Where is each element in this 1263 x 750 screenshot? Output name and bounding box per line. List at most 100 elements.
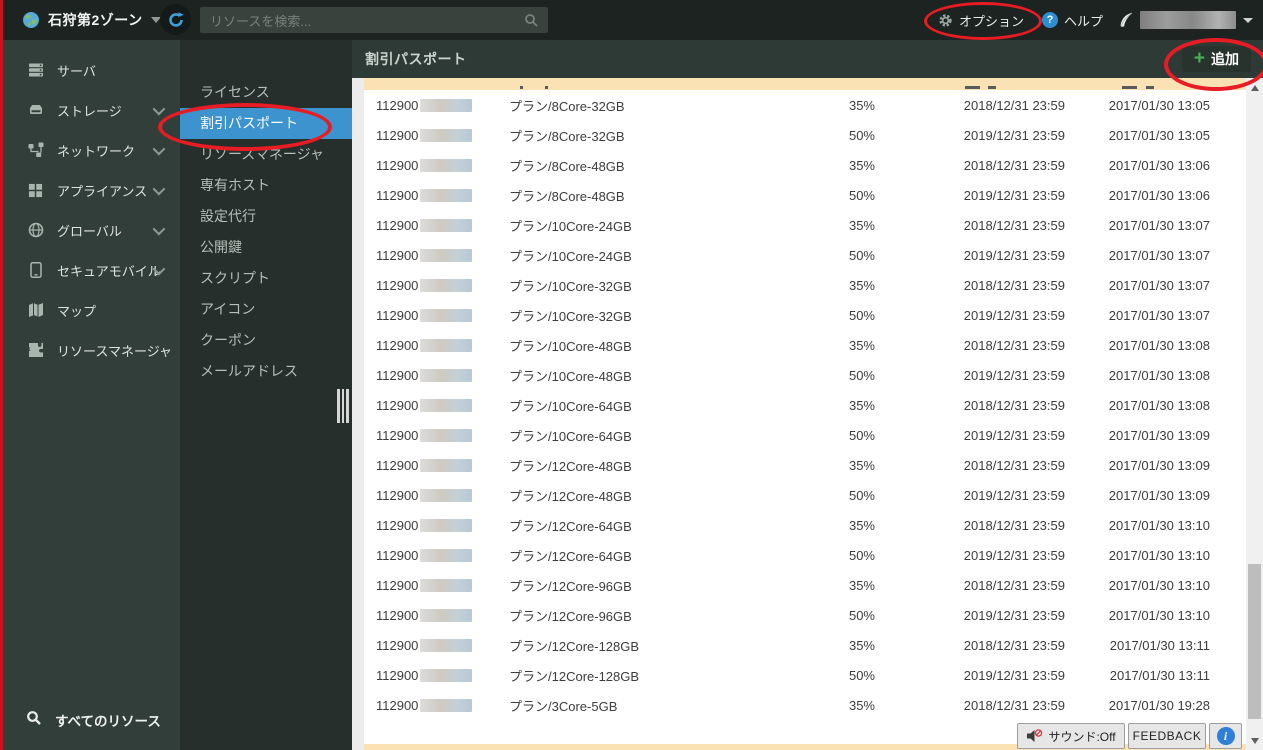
table-row[interactable]: 112900 プラン/8Core-48GB 35% 2018/12/31 23:59 2…	[364, 150, 1246, 180]
help-button[interactable]: ? ヘルプ	[1041, 11, 1103, 30]
cell-plan: プラン/10Core-32GB	[509, 308, 632, 324]
cell-passport-id: 112900	[376, 158, 509, 173]
redacted-id-blur	[420, 308, 473, 322]
sidebar-item-all-resources[interactable]: すべてのリソース	[0, 700, 180, 740]
feedback-button[interactable]: FEEDBACK	[1128, 723, 1206, 749]
mobile-icon	[27, 262, 44, 278]
table-row[interactable]: 112900 プラン/10Core-64GB 50% 2019/12/31 23:59…	[364, 420, 1246, 450]
cell-discount: 35%	[848, 517, 875, 533]
sidebar-item-label: グローバル	[57, 223, 122, 239]
table-row[interactable]: 112900 プラン/12Core-48GB 35% 2018/12/31 23:59…	[364, 450, 1246, 480]
sidebar-item-map[interactable]: マップ	[0, 290, 180, 330]
subsidebar-item-config-proxy[interactable]: 設定代行	[180, 201, 352, 232]
sidebar-item-appliance[interactable]: アプライアンス	[0, 170, 180, 210]
feather-icon	[1119, 12, 1133, 28]
scroll-up-button[interactable]	[1246, 80, 1263, 95]
table-row[interactable]: 112900 プラン/12Core-48GB 50% 2019/12/31 23:59…	[364, 480, 1246, 510]
subsidebar-item-license[interactable]: ライセンス	[180, 77, 352, 108]
redacted-id-blur	[420, 488, 473, 502]
cell-created: 2017/01/30 13:10	[1108, 577, 1210, 593]
cell-plan: プラン/10Core-32GB	[509, 278, 632, 294]
subsidebar-item-coupon[interactable]: クーポン	[180, 325, 352, 356]
cloud-console-window: 石狩第2ゾーン リソースを検索... オプション ? ヘルプ サーバ ストレージ…	[0, 0, 1263, 750]
sidebar-item-label: ネットワーク	[57, 143, 136, 159]
puzzle-icon	[27, 342, 44, 358]
globe-logo-icon	[22, 11, 40, 29]
scrollbar-thumb[interactable]	[1248, 564, 1261, 719]
subsidebar-item-resource-manager[interactable]: リソースマネージャ	[180, 139, 352, 170]
info-button[interactable]: i	[1209, 723, 1242, 749]
table-row[interactable]: 112900 プラン/8Core-32GB 50% 2019/12/31 23:59 2…	[364, 120, 1246, 150]
sidebar-item-label: マップ	[57, 303, 97, 319]
sidebar-item-server[interactable]: サーバ	[0, 50, 180, 90]
cell-expires: 2018/12/31 23:59	[963, 217, 1065, 233]
server-icon	[27, 62, 44, 78]
options-button[interactable]: オプション	[938, 11, 1024, 30]
table-row[interactable]: 112900 プラン/12Core-96GB 50% 2019/12/31 23:59…	[364, 600, 1246, 630]
search-icon	[26, 710, 42, 731]
sidebar-item-secure-mobile[interactable]: セキュアモバイル	[0, 250, 180, 290]
cell-passport-id: 112900	[376, 518, 509, 533]
table-row[interactable]: 112900 プラン/8Core-48GB 50% 2019/12/31 23:59 2…	[364, 180, 1246, 210]
sidebar-item-network[interactable]: ネットワーク	[0, 130, 180, 170]
cell-expires: 2018/12/31 23:59	[963, 697, 1065, 713]
table-row[interactable]: 112900 プラン/12Core-96GB 35% 2018/12/31 23:59…	[364, 570, 1246, 600]
table-row[interactable]: 112900 プラン/3Core-5GB 35% 2018/12/31 23:59 20…	[364, 690, 1246, 720]
cell-created: 2017/01/30 13:07	[1108, 277, 1210, 293]
add-button[interactable]: + 追加	[1181, 46, 1251, 72]
panel-resize-handle[interactable]	[337, 389, 349, 423]
cell-created: 2017/01/30 13:09	[1108, 487, 1210, 503]
cell-plan: プラン/8Core-48GB	[509, 158, 625, 174]
subsidebar-item-mail-address[interactable]: メールアドレス	[180, 356, 352, 387]
cell-expires: 2019/12/31 23:59	[963, 487, 1065, 503]
cell-created: 2017/01/30 13:09	[1108, 427, 1210, 443]
table-row[interactable]: 112900 プラン/10Core-24GB 35% 2018/12/31 23:59…	[364, 210, 1246, 240]
table-row[interactable]: 112900 プラン/12Core-64GB 50% 2019/12/31 23:59…	[364, 540, 1246, 570]
cell-discount: 50%	[848, 367, 875, 383]
cell-expires: 2019/12/31 23:59	[963, 667, 1065, 683]
chevron-down-icon	[1243, 17, 1253, 23]
cell-passport-id: 112900	[376, 638, 509, 653]
sidebar-item-label: アプライアンス	[57, 183, 148, 199]
cell-plan: プラン/8Core-48GB	[509, 188, 625, 204]
account-name-redacted	[1140, 11, 1236, 29]
sidebar-item-global[interactable]: グローバル	[0, 210, 180, 250]
table-row[interactable]: 112900 プラン/12Core-128GB 35% 2018/12/31 23:5…	[364, 630, 1246, 660]
redacted-id-blur	[420, 638, 473, 652]
sidebar-item-storage[interactable]: ストレージ	[0, 90, 180, 130]
account-menu[interactable]	[1119, 11, 1253, 29]
subsidebar-item-public-key[interactable]: 公開鍵	[180, 232, 352, 263]
table-row[interactable]: 112900 プラン/10Core-48GB 35% 2018/12/31 23:59…	[364, 330, 1246, 360]
table-row[interactable]: 112900 プラン/10Core-24GB 50% 2019/12/31 23:59…	[364, 240, 1246, 270]
zone-selector[interactable]: 石狩第2ゾーン	[22, 0, 161, 40]
subsidebar-item-dedicated-host[interactable]: 専有ホスト	[180, 170, 352, 201]
table-row[interactable]: 112900 プラン/10Core-64GB 35% 2018/12/31 23:59…	[364, 390, 1246, 420]
sound-toggle-button[interactable]: サウンド:Off	[1017, 723, 1125, 749]
cell-created: 2017/01/30 13:06	[1108, 157, 1210, 173]
sidebar-item-resource-manager[interactable]: リソースマネージャ	[0, 330, 180, 370]
table-row[interactable]: 112900 プラン/8Core-32GB 35% 2018/12/31 23:59 2…	[364, 90, 1246, 120]
add-button-label: 追加	[1211, 51, 1239, 67]
table-row[interactable]: 112900 プラン/10Core-48GB 50% 2019/12/31 23:59…	[364, 360, 1246, 390]
sidebar-item-label: すべてのリソース	[55, 714, 161, 729]
cell-created: 2017/01/30 13:05	[1108, 127, 1210, 143]
subsidebar-item-discount-passport[interactable]: 割引パスポート	[180, 108, 352, 139]
scroll-down-button[interactable]	[1246, 733, 1263, 748]
cell-passport-id: 112900	[376, 128, 509, 143]
cell-expires: 2019/12/31 23:59	[963, 247, 1065, 263]
redacted-id-blur	[420, 608, 473, 622]
table-row[interactable]: 112900 プラン/12Core-128GB 50% 2019/12/31 23:5…	[364, 660, 1246, 690]
table-row[interactable]: 112900 プラン/12Core-64GB 35% 2018/12/31 23:59…	[364, 510, 1246, 540]
sound-label: サウンド:Off	[1048, 729, 1116, 744]
cell-discount: 50%	[848, 427, 875, 443]
subsidebar-item-script[interactable]: スクリプト	[180, 263, 352, 294]
table-row[interactable]: 112900 プラン/10Core-32GB 50% 2019/12/31 23:59…	[364, 300, 1246, 330]
cell-expires: 2018/12/31 23:59	[963, 277, 1065, 293]
table-row[interactable]: 112900 プラン/10Core-32GB 35% 2018/12/31 23:59…	[364, 270, 1246, 300]
cell-expires: 2018/12/31 23:59	[963, 517, 1065, 533]
refresh-button[interactable]	[160, 4, 191, 35]
chevron-down-icon	[152, 102, 166, 115]
subsidebar-item-icon[interactable]: アイコン	[180, 294, 352, 325]
cell-created: 2017/01/30 13:10	[1108, 517, 1210, 533]
search-input[interactable]: リソースを検索...	[200, 7, 548, 33]
